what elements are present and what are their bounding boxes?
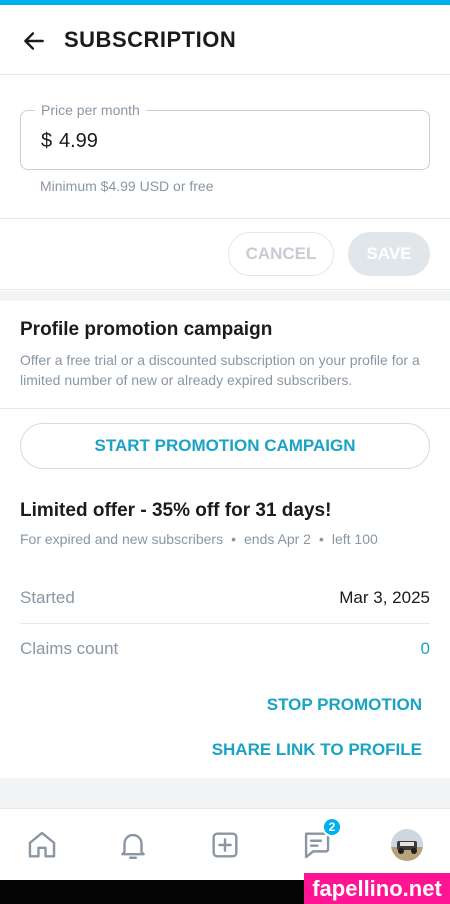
promotion-section: Profile promotion campaign Offer a free … <box>0 301 450 409</box>
share-link-to-profile[interactable]: SHARE LINK TO PROFILE <box>212 740 422 760</box>
bottom-navigation: 2 <box>0 808 450 880</box>
currency-symbol: $ <box>41 130 53 152</box>
separator-dot: • <box>231 531 237 547</box>
arrow-left-icon <box>24 32 44 50</box>
separator-dot: • <box>318 531 324 547</box>
page-header: SUBSCRIPTION <box>0 5 450 75</box>
price-value[interactable]: 4.99 <box>59 130 98 153</box>
started-row: Started Mar 3, 2025 <box>20 574 430 624</box>
form-actions: CANCEL SAVE <box>0 220 450 290</box>
price-input[interactable]: Price per month $ 4.99 <box>20 102 430 170</box>
section-divider <box>0 778 450 808</box>
back-button[interactable] <box>18 25 50 57</box>
page-title: SUBSCRIPTION <box>64 27 237 52</box>
start-promotion-button[interactable]: START PROMOTION CAMPAIGN <box>20 423 430 469</box>
nav-add-post[interactable] <box>203 823 247 867</box>
avatar <box>391 829 423 861</box>
offer-audience: For expired and new subscribers <box>20 531 224 547</box>
claims-row: Claims count 0 <box>20 625 430 675</box>
save-button[interactable]: SAVE <box>348 232 430 276</box>
promotion-description: Offer a free trial or a discounted subsc… <box>20 352 420 388</box>
promotion-title: Profile promotion campaign <box>20 319 273 340</box>
offer-end-date: ends Apr 2 <box>244 531 311 547</box>
offer-details: For expired and new subscribers • ends Apr… <box>20 531 378 547</box>
add-icon <box>212 832 238 858</box>
price-section: Price per month $ 4.99 Minimum $4.99 USD… <box>0 76 450 219</box>
messages-badge: 2 <box>322 817 342 837</box>
watermark: fapellino.net <box>304 873 450 904</box>
nav-notifications[interactable] <box>111 823 155 867</box>
section-divider <box>0 291 450 301</box>
offer-title: Limited offer - 35% off for 31 days! <box>20 500 332 521</box>
price-hint: Minimum $4.99 USD or free <box>40 178 214 194</box>
cancel-button[interactable]: CANCEL <box>228 232 334 276</box>
claims-label: Claims count <box>20 639 119 658</box>
nav-profile[interactable] <box>385 823 429 867</box>
started-value: Mar 3, 2025 <box>339 588 430 607</box>
price-input-label: Price per month <box>35 102 146 118</box>
bell-icon <box>121 833 145 859</box>
nav-messages[interactable]: 2 <box>294 817 342 867</box>
stop-promotion-link[interactable]: STOP PROMOTION <box>267 695 422 715</box>
claims-value[interactable]: 0 <box>421 639 430 659</box>
nav-home[interactable] <box>20 823 64 867</box>
home-icon <box>28 831 56 858</box>
offer-remaining: left 100 <box>331 531 378 547</box>
started-label: Started <box>20 588 75 607</box>
